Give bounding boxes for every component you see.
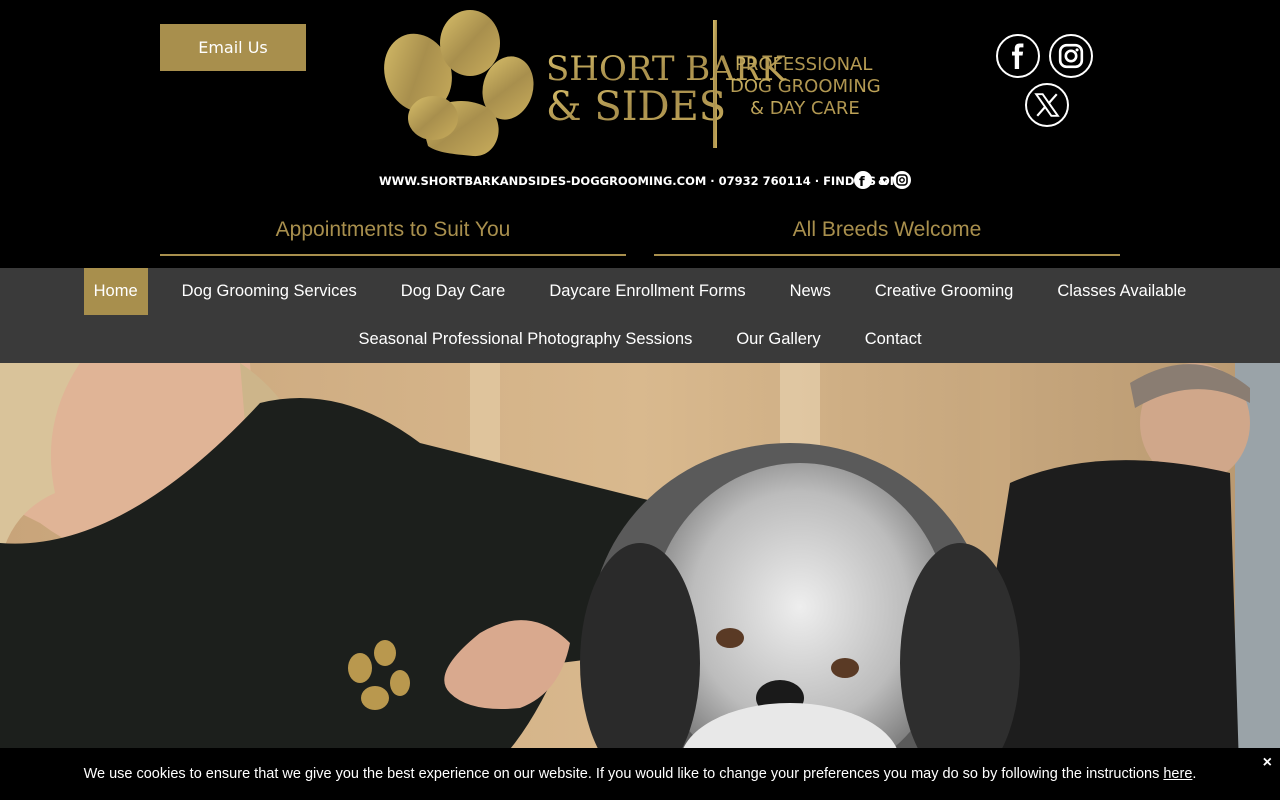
nav-item-photography-sessions[interactable]: Seasonal Professional Photography Sessio… — [348, 316, 702, 363]
nav-item-our-gallery[interactable]: Our Gallery — [726, 316, 830, 363]
cookie-preferences-link[interactable]: here — [1163, 766, 1192, 782]
instagram-icon — [1058, 43, 1084, 69]
nav-item-news[interactable]: News — [780, 268, 841, 315]
svg-text:WWW.SHORTBARKANDSIDES-DOGGROOM: WWW.SHORTBARKANDSIDES-DOGGROOMING.COM · … — [379, 174, 899, 188]
svg-text:DOG GROOMING: DOG GROOMING — [730, 76, 881, 97]
svg-text:f: f — [859, 175, 865, 190]
nav-item-daycare-enrollment-forms[interactable]: Daycare Enrollment Forms — [539, 268, 755, 315]
nav-row-2: Seasonal Professional Photography Sessio… — [0, 316, 1280, 363]
nav-item-home[interactable]: Home — [83, 268, 148, 315]
tagline-all-breeds: All Breeds Welcome — [654, 205, 1120, 256]
paw-logo-icon — [384, 10, 534, 157]
svg-text:& SIDES: & SIDES — [546, 84, 726, 130]
site-logo[interactable]: SHORT BARK & SIDES PROFESSIONAL DOG GROO… — [378, 8, 918, 193]
svg-text:PROFESSIONAL: PROFESSIONAL — [735, 54, 872, 75]
nav-item-dog-day-care[interactable]: Dog Day Care — [391, 268, 516, 315]
svg-text:& DAY CARE: & DAY CARE — [750, 98, 860, 119]
svg-text:&: & — [878, 174, 888, 188]
cookie-banner: We use cookies to ensure that we give yo… — [0, 748, 1280, 800]
x-twitter-link[interactable] — [1025, 83, 1069, 127]
email-us-button[interactable]: Email Us — [160, 24, 306, 71]
cookie-message: We use cookies to ensure that we give yo… — [83, 766, 1197, 782]
site-header: Email Us SHORT BARK & SIDES PROFESSIONAL… — [0, 0, 1280, 268]
x-twitter-icon — [1034, 93, 1060, 117]
main-navigation: Home Dog Grooming Services Dog Day Care … — [0, 268, 1280, 363]
nav-item-dog-grooming-services[interactable]: Dog Grooming Services — [172, 268, 367, 315]
nav-item-classes-available[interactable]: Classes Available — [1047, 268, 1196, 315]
facebook-icon — [1012, 43, 1024, 69]
nav-item-creative-grooming[interactable]: Creative Grooming — [865, 268, 1023, 315]
cookie-close-button[interactable]: × — [1263, 754, 1272, 772]
hero-image — [0, 363, 1280, 800]
nav-row-1: Home Dog Grooming Services Dog Day Care … — [0, 268, 1280, 315]
tagline-appointments: Appointments to Suit You — [160, 205, 626, 256]
instagram-link[interactable] — [1049, 34, 1093, 78]
nav-item-contact[interactable]: Contact — [855, 316, 932, 363]
facebook-link[interactable] — [996, 34, 1040, 78]
